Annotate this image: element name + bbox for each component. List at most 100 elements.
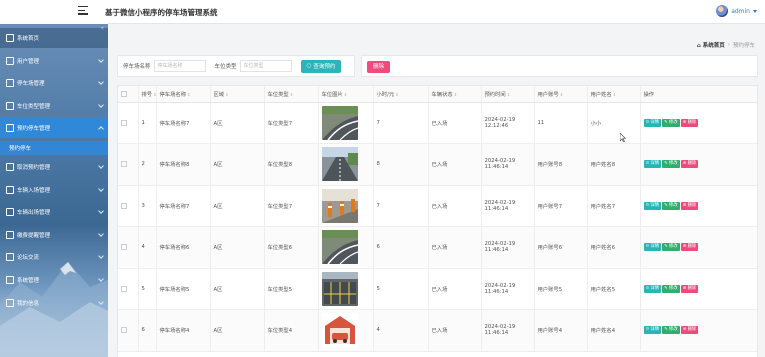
sidebar-item-1[interactable]: 系统首页 [0,28,108,48]
row-checkbox[interactable] [121,119,127,126]
action-panel: 删除 [361,55,758,77]
detail-button[interactable]: ⊙ 详情 [643,326,662,335]
delete-button[interactable]: ⊗ 删除 [680,201,699,210]
detail-button[interactable]: ⊙ 详情 [643,201,662,210]
edit-button[interactable]: ✎ 修改 [662,326,680,335]
sort-icon[interactable]: ⇕ [225,92,228,97]
forum-icon [6,253,14,262]
space-image-cell [318,102,374,144]
delete-button[interactable]: ⊗ 删除 [680,326,699,335]
select-all-checkbox[interactable] [121,90,127,97]
delete-button[interactable]: ⊗ 删除 [680,243,699,252]
cell-price: 7 [373,102,429,144]
cell-name: 停车场名称4 [156,309,211,352]
space-image-cell [318,226,374,269]
search-button-label: 查询预约 [313,64,336,70]
sidebar-item-label: 取消预约管理 [17,165,51,171]
logo-area [0,0,108,24]
breadcrumb: ⌂ 系统首页 › 预约停车 [697,41,755,49]
column-header: 用户账号⇕ [534,86,588,103]
menu-toggle-icon[interactable] [78,6,88,16]
parking-space-image[interactable] [321,271,358,306]
sort-icon[interactable]: ⇕ [454,92,457,97]
chevron-icon [98,79,104,86]
parking-space-image[interactable] [321,230,358,265]
detail-button-label: 详情 [650,161,660,167]
edit-button[interactable]: ✎ 修改 [662,118,680,127]
cell-no: 5 [138,268,157,310]
edit-button[interactable]: ✎ 修改 [662,284,680,293]
cell-type: 车位类型6 [264,226,319,269]
sidebar-subitem-active[interactable]: 预约停车 [0,141,108,155]
row-checkbox[interactable] [121,202,127,209]
detail-button[interactable]: ⊙ 详情 [643,243,662,252]
parking-space-image[interactable] [321,188,358,223]
parking-space-image[interactable] [321,147,358,182]
delete-button[interactable]: ⊗ 删除 [680,118,699,127]
detail-button[interactable]: ⊙ 详情 [643,160,662,169]
column-header[interactable] [118,86,139,103]
batch-delete-button[interactable]: 删除 [367,61,391,73]
breadcrumb-home[interactable]: ⌂ 系统首页 [697,41,725,49]
cell-username: 小小 [587,102,641,144]
chevron-icon [98,276,104,282]
column-header: 小时/元⇕ [373,86,429,103]
operations-cell: ⊙ 详情 ✎ 修改 ⊗ 删除 [640,268,757,310]
cell-type: 车位类型7 [264,185,319,227]
user-menu[interactable]: admin [716,5,757,17]
edit-button[interactable]: ✎ 修改 [662,201,680,210]
row-checkbox[interactable] [121,327,127,334]
sort-icon[interactable]: ⇕ [560,92,563,97]
detail-button[interactable]: ⊙ 详情 [643,118,662,127]
space-image-cell [318,143,374,186]
column-header-label: 排号 [141,91,153,98]
sidebar: « 系统首页 用户管理 停车场管理 车位类型管理 预约停车管理 预约停车 取消预约管理 车辆入… [0,24,108,357]
delete-button-label: 删除 [687,244,697,250]
operations-cell: ⊙ 详情 ✎ 修改 ⊗ 删除 [640,226,757,269]
sidebar-item-label: 停车场管理 [17,81,45,88]
row-checkbox[interactable] [121,285,127,292]
sidebar-item-5[interactable]: 预约停车管理 [0,118,108,139]
sidebar-item-2[interactable]: 用户管理 [0,51,108,71]
sort-icon[interactable]: ⇕ [344,92,347,97]
sort-icon[interactable]: ⇕ [613,92,616,97]
sidebar-item-11[interactable]: 系统管理 [0,270,108,290]
column-header: 预约时间⇕ [481,86,535,103]
chevron-icon [98,163,104,169]
edit-button-label: 修改 [669,244,678,250]
table-header-row: 排号⇕停车场名称⇕区域⇕车位类型⇕车位图片⇕小时/元⇕车辆状态⇕预约时间⇕用户账… [118,86,757,103]
sort-icon[interactable]: ⇕ [395,92,398,97]
row-checkbox[interactable] [121,244,127,251]
edit-button[interactable]: ✎ 修改 [662,243,680,252]
row-checkbox[interactable] [121,161,127,168]
column-header-label: 停车场名称 [159,91,187,98]
data-table: 排号⇕停车场名称⇕区域⇕车位类型⇕车位图片⇕小时/元⇕车辆状态⇕预约时间⇕用户账… [117,85,758,357]
sidebar-item-8[interactable]: 车辆出场管理 [0,202,108,222]
space-type-input[interactable]: 车位类型 [239,60,292,72]
sidebar-item-7[interactable]: 车辆入场管理 [0,180,108,200]
sort-icon[interactable]: ⇕ [290,92,293,97]
row-select-cell [118,143,139,186]
detail-button[interactable]: ⊙ 详情 [643,284,662,293]
sort-icon[interactable]: ⇕ [187,92,190,97]
edit-button-label: 修改 [669,119,678,125]
sidebar-item-10[interactable]: 论坛交流 [0,247,108,267]
parking-name-input[interactable]: 停车场名称 [153,60,206,72]
sidebar-item-4[interactable]: 车位类型管理 [0,96,108,116]
delete-button[interactable]: ⊗ 删除 [680,160,699,169]
breadcrumb-current: 预约停车 [732,43,755,49]
cell-type: 车位类型5 [264,268,319,310]
delete-button[interactable]: ⊗ 删除 [680,284,699,293]
column-header: 停车场名称⇕ [156,86,211,103]
sidebar-item-6[interactable]: 取消预约管理 [0,157,108,177]
sort-icon[interactable]: ⇕ [507,92,510,97]
cell-area: A区 [210,102,265,144]
cell-time: 2024-02-19 11:46:14 [481,268,535,310]
edit-button[interactable]: ✎ 修改 [662,160,680,169]
parking-space-image[interactable] [321,313,358,348]
sidebar-item-9[interactable]: 缴费提醒管理 [0,225,108,245]
sidebar-item-3[interactable]: 停车场管理 [0,73,108,93]
sidebar-item-12[interactable]: 我的信息 [0,293,108,313]
search-button[interactable]: ○ 查询预约 [300,59,342,73]
parking-space-image[interactable] [321,105,358,140]
